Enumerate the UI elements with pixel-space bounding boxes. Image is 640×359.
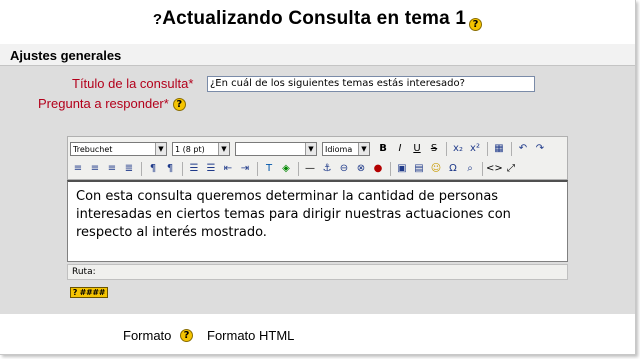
table-icon[interactable]: ▤ (411, 161, 427, 177)
unlink-icon[interactable]: ⊗ (353, 161, 369, 177)
question-title-label: Título de la consulta* (72, 76, 193, 91)
align-right-icon[interactable]: ≡ (104, 161, 120, 177)
format-select[interactable]: ▼ (235, 142, 317, 156)
format-label: Formato (123, 328, 172, 343)
anchor-icon[interactable]: ⚓ (319, 161, 335, 177)
chevron-down-icon: ▼ (155, 143, 166, 155)
required-mark: * (188, 76, 194, 91)
bullet-list-icon[interactable]: ☰ (203, 161, 219, 177)
question-help-icon[interactable]: ? (172, 98, 186, 112)
chevron-down-icon: ▼ (305, 143, 316, 155)
align-left-icon[interactable]: ≡ (70, 161, 86, 177)
search-replace-icon[interactable]: ⌕ (462, 161, 478, 177)
format-help-icon[interactable]: ? (180, 329, 193, 342)
section-heading: Ajustes generales (0, 44, 635, 66)
numbered-list-icon[interactable]: ☰ (186, 161, 202, 177)
toolbar-separator (487, 142, 488, 156)
toolbar-separator (182, 162, 183, 176)
title-help-icon[interactable]: ? (469, 18, 483, 31)
superscript-icon[interactable]: x² (467, 141, 483, 157)
format-value: Formato HTML (207, 328, 295, 343)
strikethrough-icon[interactable]: S (426, 141, 442, 157)
toolbar-separator (141, 162, 142, 176)
chevron-down-icon: ▼ (358, 143, 369, 155)
bold-icon[interactable]: B (375, 141, 391, 157)
toolbar-separator (390, 162, 391, 176)
page-title-text: Actualizando Consulta en tema 1 (162, 8, 467, 29)
question-label-text: Pregunta a responder (38, 96, 164, 111)
toolbar-separator (511, 142, 512, 156)
redo-icon[interactable]: ↷ (532, 141, 548, 157)
toolbar-separator (298, 162, 299, 176)
background-color-icon[interactable]: ◈ (278, 161, 294, 177)
toolbar-separator (257, 162, 258, 176)
toolbar-separator (446, 142, 447, 156)
question-label: Pregunta a responder*? (38, 96, 186, 112)
toolbar-separator (482, 162, 483, 176)
required-mark: * (163, 96, 169, 111)
language-select[interactable]: Idioma ▼ (322, 142, 370, 156)
html-editor: Trebuchet ▼ 1 (8 pt) ▼ ▼ Idioma ▼ B I U S x… (67, 136, 568, 282)
underline-icon[interactable]: U (409, 141, 425, 157)
special-char-icon[interactable]: Ω (445, 161, 461, 177)
toolbar-row-1: Trebuchet ▼ 1 (8 pt) ▼ ▼ Idioma ▼ B I U S x… (70, 140, 549, 158)
font-family-value: Trebuchet (73, 145, 113, 154)
fullscreen-icon[interactable]: ⤢ (503, 161, 519, 177)
html-source-icon[interactable]: <> (486, 161, 503, 177)
smiley-icon[interactable]: ☺ (428, 161, 444, 177)
title-help-marker: ? (152, 11, 163, 28)
text-color-icon[interactable]: T (261, 161, 277, 177)
font-family-select[interactable]: Trebuchet ▼ (70, 142, 167, 156)
align-justify-icon[interactable]: ≣ (121, 161, 137, 177)
page-title: ?Actualizando Consulta en tema 1? (0, 8, 635, 31)
ltr-icon[interactable]: ¶ (145, 161, 161, 177)
nolink-icon[interactable]: ● (370, 161, 386, 177)
editor-content-area[interactable]: Con esta consulta queremos determinar la… (67, 180, 568, 262)
font-size-value: 1 (8 pt) (175, 145, 205, 154)
page-frame: ?Actualizando Consulta en tema 1? Ajuste… (0, 0, 636, 355)
outdent-icon[interactable]: ⇤ (220, 161, 236, 177)
editor-toolbar: Trebuchet ▼ 1 (8 pt) ▼ ▼ Idioma ▼ B I U S x… (67, 136, 568, 180)
indent-icon[interactable]: ⇥ (237, 161, 253, 177)
link-icon[interactable]: ⊖ (336, 161, 352, 177)
editor-path-bar: Ruta: (67, 264, 568, 280)
rtl-icon[interactable]: ¶ (162, 161, 178, 177)
toolbar-row-2: ≡ ≡ ≡ ≣ ¶ ¶ ☰ ☰ ⇤ ⇥ T ◈ — ⚓ ⊖ ⊗ ● ▣ ▤ ☺ … (70, 160, 520, 178)
italic-icon[interactable]: I (392, 141, 408, 157)
font-size-select[interactable]: 1 (8 pt) ▼ (172, 142, 230, 156)
question-title-label-text: Título de la consulta (72, 76, 189, 91)
clean-word-icon[interactable]: ▦ (491, 141, 507, 157)
subscript-icon[interactable]: x₂ (450, 141, 466, 157)
horizontal-rule-icon[interactable]: — (302, 161, 318, 177)
image-icon[interactable]: ▣ (394, 161, 410, 177)
editor-help-button[interactable]: ? #### (70, 287, 108, 298)
question-title-input[interactable]: ¿En cuál de los siguientes temas estás i… (207, 76, 535, 92)
chevron-down-icon: ▼ (218, 143, 229, 155)
language-value: Idioma (325, 145, 353, 154)
align-center-icon[interactable]: ≡ (87, 161, 103, 177)
undo-icon[interactable]: ↶ (515, 141, 531, 157)
